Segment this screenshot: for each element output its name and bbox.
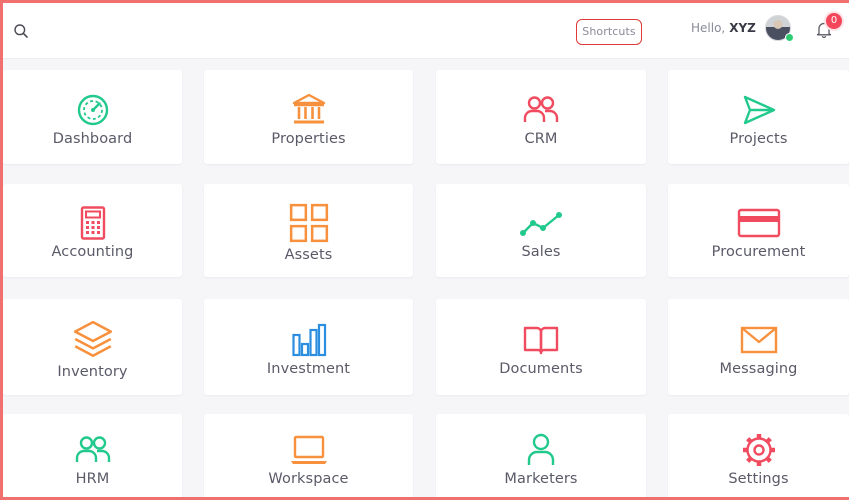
module-tile-projects[interactable]: Projects — [668, 70, 849, 164]
module-label: Settings — [728, 470, 789, 487]
layers-icon — [73, 320, 112, 357]
module-label: Assets — [284, 247, 333, 263]
module-tile-accounting[interactable]: Accounting — [3, 184, 182, 277]
credit-card-icon — [737, 208, 780, 238]
grid-squares-icon — [289, 203, 328, 243]
module-tile-workspace[interactable]: Workspace — [204, 414, 413, 500]
module-tile-marketers[interactable]: Marketers — [436, 414, 646, 500]
module-tile-dashboard[interactable]: Dashboard — [3, 70, 182, 164]
module-tile-documents[interactable]: Documents — [436, 299, 646, 395]
module-label: HRM — [75, 470, 110, 487]
open-book-icon — [523, 326, 559, 354]
module-label: Marketers — [504, 470, 578, 487]
bar-chart-icon — [291, 323, 326, 356]
module-label: Sales — [521, 244, 561, 260]
module-tile-hrm[interactable]: HRM — [3, 414, 182, 500]
module-tile-procurement[interactable]: Procurement — [668, 184, 849, 277]
laptop-icon — [290, 435, 327, 464]
module-label: Accounting — [51, 244, 134, 260]
user-icon — [527, 433, 555, 465]
gear-icon — [742, 433, 775, 466]
trend-line-icon — [520, 212, 562, 236]
mail-icon — [740, 326, 777, 353]
calculator-icon — [80, 206, 105, 240]
dashboard-gauge-icon — [77, 94, 108, 125]
module-label: CRM — [524, 130, 558, 147]
users-icon — [75, 435, 110, 462]
module-label: Documents — [499, 360, 583, 377]
module-grid: Dashboard Properties CRM Projects Accoun… — [0, 0, 849, 500]
send-paper-plane-icon — [743, 95, 775, 124]
module-label: Procurement — [711, 244, 806, 260]
module-label: Investment — [266, 360, 351, 377]
module-tile-inventory[interactable]: Inventory — [3, 299, 182, 395]
module-label: Projects — [729, 130, 788, 147]
module-tile-investment[interactable]: Investment — [204, 299, 413, 395]
module-tile-assets[interactable]: Assets — [204, 184, 413, 277]
module-tile-crm[interactable]: CRM — [436, 70, 646, 164]
bank-building-icon — [292, 93, 325, 123]
module-tile-properties[interactable]: Properties — [204, 70, 413, 164]
module-label: Inventory — [57, 363, 128, 380]
module-label: Dashboard — [52, 130, 133, 147]
module-tile-messaging[interactable]: Messaging — [668, 299, 849, 395]
module-label: Messaging — [719, 360, 798, 377]
module-tile-sales[interactable]: Sales — [436, 184, 646, 277]
module-label: Properties — [271, 130, 346, 147]
users-icon — [523, 95, 559, 122]
module-label: Workspace — [268, 470, 349, 487]
module-tile-settings[interactable]: Settings — [668, 414, 849, 500]
